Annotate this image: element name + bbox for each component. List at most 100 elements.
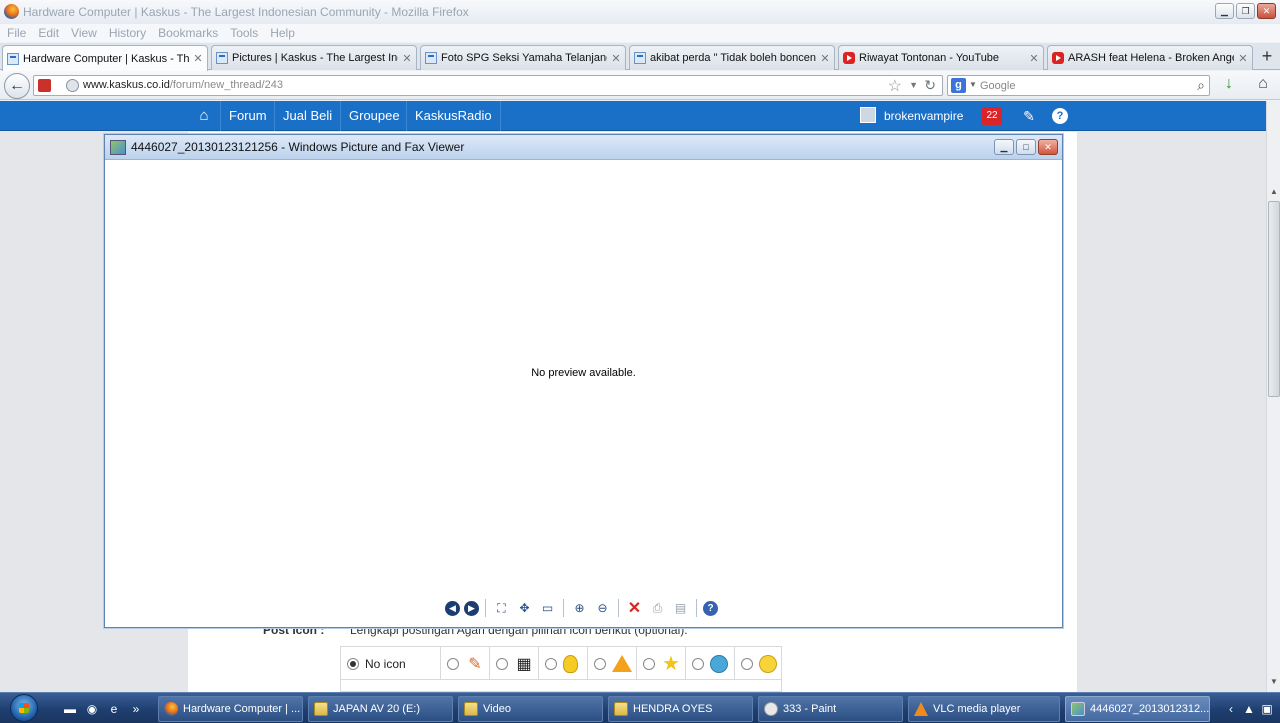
radio-smile[interactable]: [741, 657, 753, 670]
google-engine-icon[interactable]: g: [951, 78, 966, 93]
download-icon[interactable]: ↓: [1220, 75, 1238, 95]
notification-badge[interactable]: 22: [982, 107, 1002, 125]
home-icon[interactable]: ⌂: [1252, 75, 1274, 95]
radio-lightbulb[interactable]: [545, 657, 557, 670]
menu-edit[interactable]: Edit: [34, 24, 67, 42]
radio-warning[interactable]: [594, 657, 606, 670]
close-tab-icon[interactable]: ✕: [1029, 52, 1039, 65]
viewer-minimize-button[interactable]: ▁: [994, 139, 1014, 155]
url-dropdown-icon[interactable]: ▼: [909, 80, 918, 90]
taskbar-item-japan-av[interactable]: JAPAN AV 20 (E:): [308, 696, 453, 722]
tab-hardware-computer[interactable]: Hardware Computer | Kaskus - The... ✕: [2, 45, 208, 71]
post-icon-option-lightbulb[interactable]: [539, 647, 588, 680]
start-button[interactable]: [4, 693, 46, 723]
quicklaunch-more-icon[interactable]: »: [128, 701, 144, 717]
zoom-in-icon[interactable]: ⊕: [570, 599, 589, 618]
zoom-out-icon[interactable]: ⊖: [593, 599, 612, 618]
url-bar[interactable]: www.kaskus.co.id/forum/new_thread/243 ☆ …: [33, 75, 943, 96]
radio-star[interactable]: [643, 657, 655, 670]
scroll-up-icon[interactable]: ▲: [1268, 187, 1280, 201]
close-tab-icon[interactable]: ✕: [611, 52, 621, 65]
post-icon-option-cool[interactable]: [686, 647, 735, 680]
radio-pencil[interactable]: [447, 657, 459, 670]
post-icon-option-none[interactable]: No icon: [341, 647, 441, 680]
viewer-close-button[interactable]: ✕: [1038, 139, 1058, 155]
network-icon[interactable]: ▣: [1260, 702, 1274, 716]
menu-tools[interactable]: Tools: [226, 24, 266, 42]
site-identity-icon[interactable]: [66, 79, 79, 92]
next-image-icon[interactable]: ▶: [464, 600, 479, 616]
copy-to-icon[interactable]: ▤: [671, 599, 690, 618]
previous-image-icon[interactable]: ◀: [445, 600, 460, 616]
url-text[interactable]: www.kaskus.co.id/forum/new_thread/243: [83, 79, 283, 91]
delete-icon[interactable]: ✕: [625, 599, 644, 618]
search-bar[interactable]: g ▼ Google ⌕: [947, 75, 1210, 96]
taskbar-item-picture-viewer[interactable]: 4446027_2013012312...: [1065, 696, 1210, 722]
back-button[interactable]: ←: [4, 73, 30, 99]
new-tab-button[interactable]: +: [1254, 45, 1280, 70]
nav-forum[interactable]: Forum: [220, 101, 275, 131]
tab-foto-spg[interactable]: Foto SPG Seksi Yamaha Telanjang ... ✕: [420, 45, 626, 70]
best-fit-icon[interactable]: ⛶: [492, 599, 511, 618]
addon-icon[interactable]: [38, 79, 51, 92]
username[interactable]: brokenvampire: [884, 101, 963, 131]
kaskus-home-icon[interactable]: ⌂: [191, 101, 217, 131]
search-input[interactable]: Google: [980, 80, 1015, 92]
page-scrollbar[interactable]: ▲ ▼: [1266, 101, 1280, 692]
help-icon[interactable]: ?: [1052, 108, 1068, 124]
taskbar-item-paint[interactable]: 333 - Paint: [758, 696, 903, 722]
close-tab-icon[interactable]: ✕: [402, 52, 412, 65]
avatar[interactable]: [860, 107, 876, 123]
tab-pictures[interactable]: Pictures | Kaskus - The Largest Ind... ✕: [211, 45, 417, 70]
taskbar-item-vlc[interactable]: VLC media player: [908, 696, 1060, 722]
tab-arash-broken-angel[interactable]: ARASH feat Helena - Broken Angel ... ✕: [1047, 45, 1253, 70]
menu-bookmarks[interactable]: Bookmarks: [154, 24, 226, 42]
quicklaunch-app-icon[interactable]: ▬: [62, 701, 78, 717]
reload-icon[interactable]: ↻: [924, 77, 936, 94]
engine-dropdown-icon[interactable]: ▼: [969, 80, 977, 89]
scrollbar-thumb[interactable]: [1268, 201, 1280, 397]
close-tab-icon[interactable]: ✕: [1238, 52, 1248, 65]
post-icon-option-star[interactable]: ★: [637, 647, 686, 680]
viewer-help-icon[interactable]: ?: [703, 600, 718, 616]
nav-kaskus-radio[interactable]: KaskusRadio: [406, 101, 501, 131]
close-button[interactable]: ✕: [1257, 3, 1276, 19]
firefox-icon: [164, 702, 178, 716]
nav-jual-beli[interactable]: Jual Beli: [274, 101, 340, 131]
scroll-down-icon[interactable]: ▼: [1268, 677, 1280, 691]
pencil-icon[interactable]: ✎: [1018, 101, 1040, 131]
post-icon-option-warning[interactable]: [588, 647, 637, 680]
slideshow-icon[interactable]: ▭: [538, 599, 557, 618]
viewer-maximize-button[interactable]: □: [1016, 139, 1036, 155]
menu-history[interactable]: History: [105, 24, 154, 42]
post-icon-option-pencil[interactable]: ✎: [441, 647, 490, 680]
radio-no-icon[interactable]: [347, 657, 359, 670]
menu-file[interactable]: File: [3, 24, 34, 42]
menu-help[interactable]: Help: [266, 24, 303, 42]
actual-size-icon[interactable]: ✥: [515, 599, 534, 618]
tab-akibat-perda[interactable]: akibat perda " Tidak boleh bonceng... ✕: [629, 45, 835, 70]
nav-groupee[interactable]: Groupee: [340, 101, 408, 131]
post-icon-option-clapper[interactable]: ▦: [490, 647, 539, 680]
bookmark-star-icon[interactable]: ☆: [888, 76, 902, 96]
minimize-button[interactable]: ▁: [1215, 3, 1234, 19]
close-tab-icon[interactable]: ✕: [820, 52, 830, 65]
search-icon[interactable]: ⌕: [1197, 77, 1205, 94]
radio-clapper[interactable]: [496, 657, 508, 670]
restore-button[interactable]: ❐: [1236, 3, 1255, 19]
taskbar-item-video[interactable]: Video: [458, 696, 603, 722]
print-icon[interactable]: ⎙: [648, 599, 667, 618]
menu-view[interactable]: View: [67, 24, 105, 42]
close-tab-icon[interactable]: ✕: [193, 52, 203, 65]
viewer-title-bar[interactable]: 4446027_20130123121256 - Windows Picture…: [105, 135, 1062, 160]
kaskus-favicon-icon: [425, 52, 437, 64]
tab-riwayat-tontonan[interactable]: Riwayat Tontonan - YouTube ✕: [838, 45, 1044, 70]
taskbar-item-firefox[interactable]: Hardware Computer | ...: [158, 696, 303, 722]
radio-cool[interactable]: [692, 657, 704, 670]
ie-icon[interactable]: e: [106, 701, 122, 717]
chrome-icon[interactable]: ◉: [84, 701, 100, 717]
vlc-tray-icon[interactable]: ▲: [1242, 702, 1256, 716]
post-icon-option-smile[interactable]: [735, 647, 781, 680]
tray-expand-icon[interactable]: ‹: [1224, 702, 1238, 716]
taskbar-item-hendra-oyes[interactable]: HENDRA OYES: [608, 696, 753, 722]
